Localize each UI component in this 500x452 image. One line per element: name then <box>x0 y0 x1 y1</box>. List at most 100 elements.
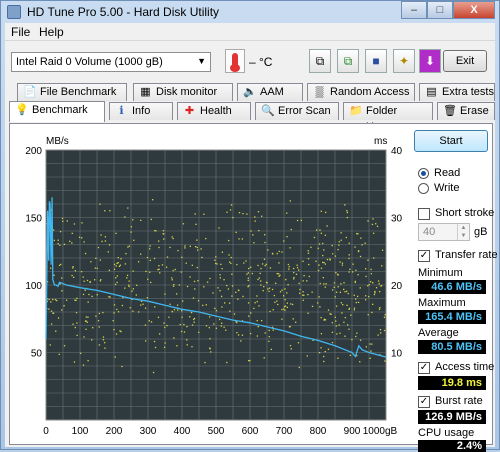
access-time-point <box>369 357 371 359</box>
access-time-point <box>241 238 243 240</box>
access-time-point <box>324 234 327 236</box>
access-time-point <box>220 295 223 298</box>
access-time-point <box>288 266 290 268</box>
copy-button[interactable]: ⧉ <box>309 49 331 73</box>
access-time-point <box>57 239 59 241</box>
read-radio[interactable] <box>418 168 429 179</box>
access-time-point <box>289 247 291 249</box>
access-time-point <box>263 258 266 260</box>
access-time-point <box>209 338 211 340</box>
access-time-point <box>173 309 176 311</box>
access-time-point <box>86 279 89 282</box>
access-time-point <box>379 307 381 309</box>
access-time-point <box>104 240 107 242</box>
access-time-point <box>153 257 156 260</box>
save-button[interactable]: ■ <box>365 49 387 73</box>
tab-health[interactable]: ✚ Health <box>177 102 251 120</box>
access-time-point <box>339 291 342 293</box>
access-time-point <box>129 307 131 309</box>
tab-folder-usage[interactable]: 📁Folder Usage <box>343 102 433 133</box>
tab-random-access[interactable]: ▒ Random Access <box>307 83 415 101</box>
access-time-point <box>189 245 191 247</box>
access-time-point <box>335 305 338 307</box>
tab-error-scan[interactable]: 🔍 Error Scan <box>255 102 339 120</box>
title-bar[interactable]: HD Tune Pro 5.00 - Hard Disk Utility – □… <box>1 1 499 23</box>
access-time-point <box>114 356 116 358</box>
access-time-point <box>124 287 126 289</box>
drive-select-value: Intel Raid 0 Volume (1000 gB) <box>16 56 163 68</box>
access-time-point <box>127 246 129 248</box>
short-stroke-input[interactable]: 40 ▲ ▼ <box>418 223 470 241</box>
access-time-point <box>50 310 53 312</box>
tab-benchmark[interactable]: 💡 Benchmark <box>9 101 105 122</box>
access-time-point <box>318 243 321 245</box>
access-time-checkbox[interactable]: ✓ <box>418 362 430 374</box>
access-time-point <box>331 331 334 334</box>
start-button[interactable]: Start <box>414 130 488 152</box>
access-time-point <box>289 344 292 347</box>
tab-info[interactable]: ℹ Info <box>109 102 173 120</box>
short-stroke-checkbox[interactable] <box>418 208 430 220</box>
access-time-point <box>381 249 384 251</box>
access-time-point <box>367 220 369 222</box>
tab-extra-tests[interactable]: ▤ Extra tests <box>419 83 495 101</box>
access-time-point <box>99 280 101 282</box>
access-time-point <box>154 346 157 349</box>
burst-rate-checkbox[interactable]: ✓ <box>418 396 430 408</box>
access-time-point <box>116 281 118 284</box>
access-time-point <box>196 266 198 269</box>
access-time-point <box>379 328 382 331</box>
access-time-point <box>92 327 94 329</box>
access-time-point <box>235 291 237 293</box>
access-time-point <box>124 263 127 265</box>
drive-select[interactable]: Intel Raid 0 Volume (1000 gB) ▼ <box>11 52 211 72</box>
erase-icon: 🗑 <box>443 105 457 117</box>
access-time-point <box>337 248 339 251</box>
tab-aam[interactable]: 🔈 AAM <box>237 83 303 101</box>
access-time-point <box>126 277 128 279</box>
access-time-point <box>95 257 97 259</box>
menu-file[interactable]: File <box>11 25 30 39</box>
access-time-point <box>93 279 96 281</box>
health-icon: ✚ <box>184 105 195 117</box>
download-button[interactable]: ⬇ <box>419 49 441 73</box>
access-time-point <box>324 286 326 288</box>
access-time-point <box>323 360 325 363</box>
close-button[interactable]: X <box>453 1 495 19</box>
screenshot-button[interactable]: ✦ <box>393 49 415 73</box>
tab-file-benchmark[interactable]: 📄 File Benchmark <box>17 83 127 101</box>
exit-button[interactable]: Exit <box>443 50 487 72</box>
access-time-point <box>352 271 354 273</box>
access-time-point <box>52 312 54 314</box>
access-time-point <box>158 265 160 267</box>
access-time-point <box>140 300 143 303</box>
access-time-point <box>256 335 259 337</box>
left-unit-label: MB/s <box>46 136 69 147</box>
access-time-point <box>338 241 340 243</box>
access-time-point <box>323 355 325 358</box>
cpu-usage-label: CPU usage <box>418 427 475 439</box>
access-time-point <box>150 281 152 284</box>
access-time-point <box>346 211 349 214</box>
minimize-button[interactable]: – <box>401 1 427 19</box>
access-time-point <box>91 295 93 298</box>
menu-help[interactable]: Help <box>39 25 64 39</box>
access-time-point <box>266 282 268 284</box>
access-time-point <box>102 339 105 341</box>
error-scan-icon: 🔍 <box>261 105 275 117</box>
access-time-point <box>204 361 206 364</box>
maximize-button[interactable]: □ <box>427 1 453 19</box>
access-time-point <box>140 304 142 306</box>
spin-arrows-icon[interactable]: ▲ ▼ <box>457 224 469 240</box>
transfer-rate-checkbox[interactable]: ✓ <box>418 250 430 262</box>
access-time-point <box>57 317 60 319</box>
tab-disk-monitor[interactable]: ▦ Disk monitor <box>133 83 233 101</box>
tab-erase[interactable]: 🗑 Erase <box>437 102 495 120</box>
access-time-point <box>320 267 323 269</box>
copy-info-button[interactable]: ⧉ <box>337 49 359 73</box>
access-time-point <box>97 320 100 322</box>
write-radio[interactable] <box>418 183 429 194</box>
access-time-point <box>203 286 205 288</box>
access-time-point <box>325 283 327 285</box>
access-time-point <box>215 256 217 258</box>
